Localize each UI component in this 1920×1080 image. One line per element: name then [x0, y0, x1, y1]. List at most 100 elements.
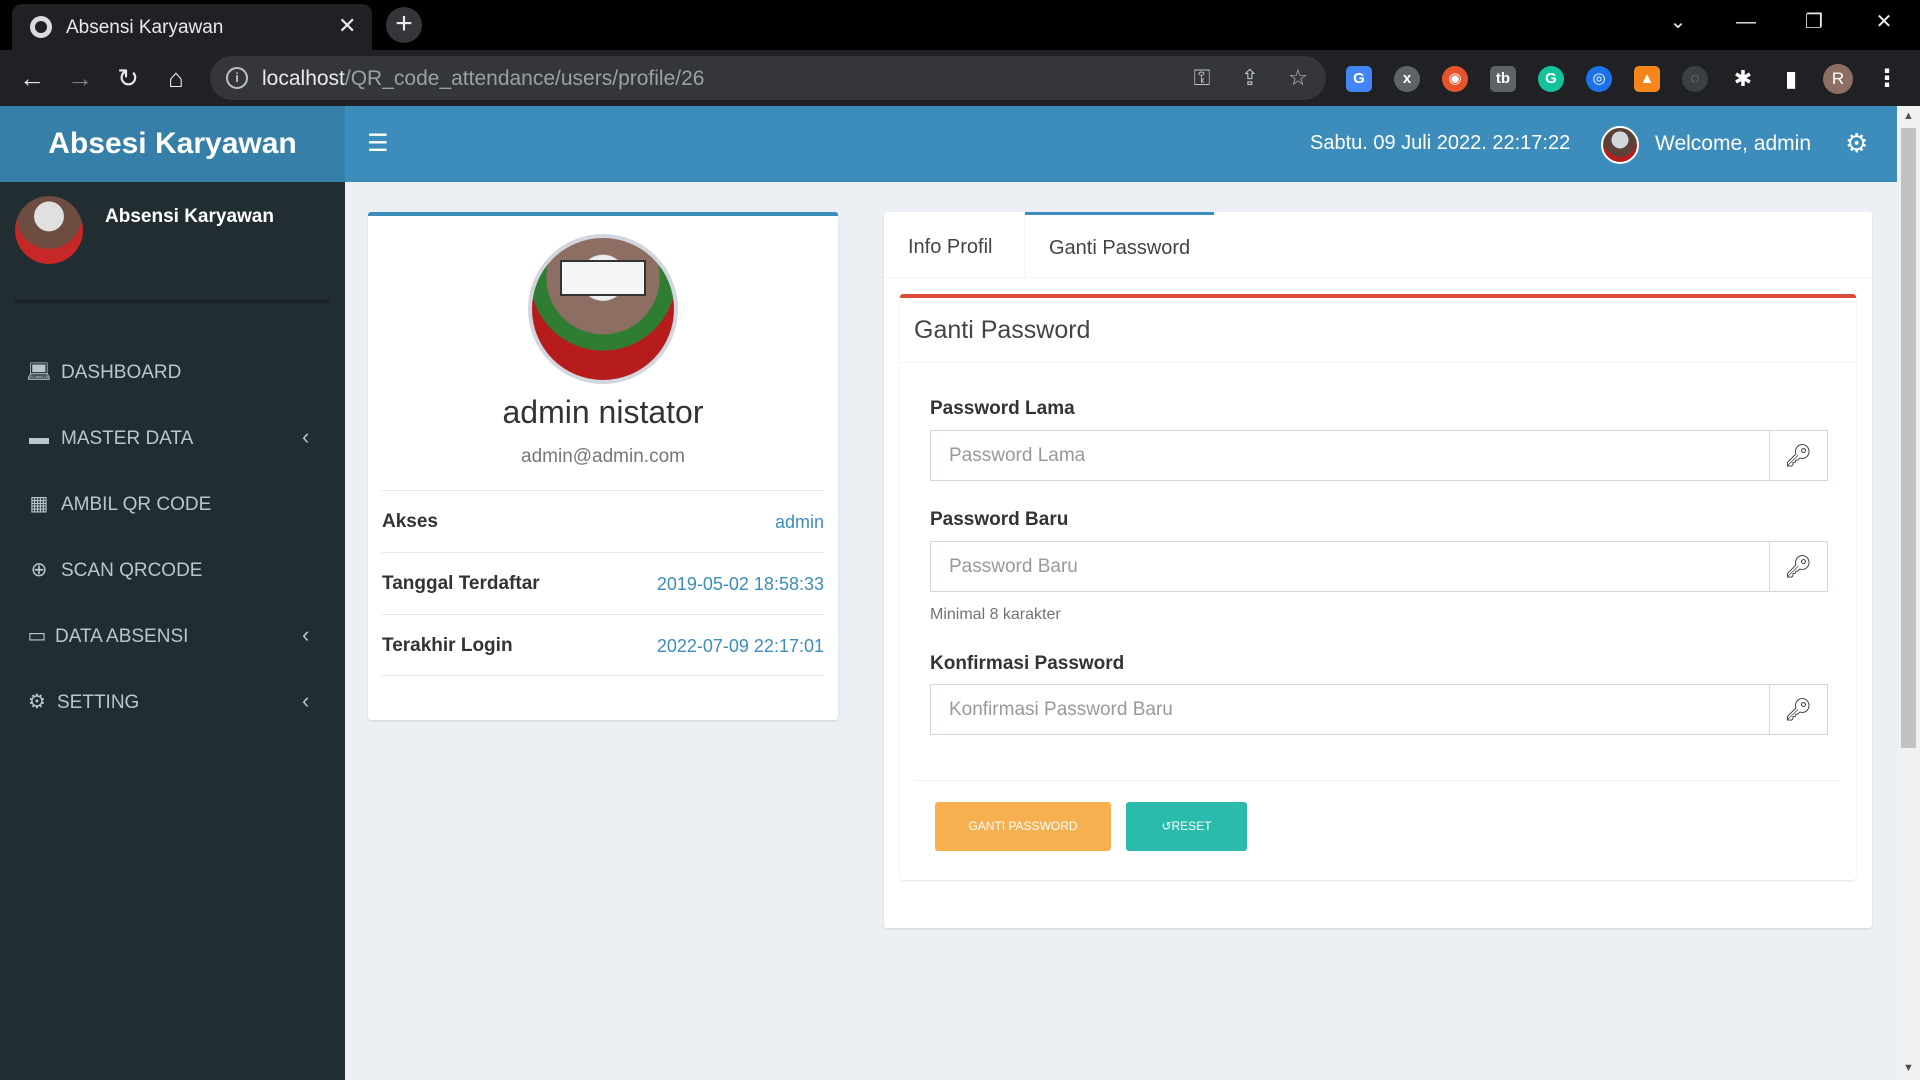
- new-password-help: Minimal 8 karakter: [930, 606, 1061, 623]
- sidebar: Absensi Karyawan 💻︎ DASHBOARD ▬ MASTER D…: [0, 182, 345, 1080]
- sidebar-user-name: Absensi Karyawan: [105, 206, 274, 227]
- profile-info-value: 2022-07-09 22:17:01: [656, 636, 824, 656]
- browser-profile-avatar[interactable]: R: [1823, 64, 1853, 94]
- key-icon: 🔑︎: [1769, 431, 1827, 480]
- key-icon[interactable]: ⚿: [1188, 64, 1216, 92]
- share-icon[interactable]: ⇪: [1236, 64, 1264, 92]
- profile-info-value: 2019-05-02 18:58:33: [656, 574, 824, 594]
- profile-name: admin nistator: [502, 394, 704, 430]
- folder-open-icon: ▭: [27, 625, 47, 647]
- app-root: Absesi Karyawan ☰ Sabtu. 09 Juli 2022. 2…: [0, 106, 1920, 1080]
- grammarly-extension-icon[interactable]: G: [1538, 66, 1564, 92]
- sidebar-item-dashboard[interactable]: 💻︎ DASHBOARD: [0, 342, 345, 402]
- profile-email: admin@admin.com: [521, 446, 685, 467]
- reload-icon[interactable]: ↻: [110, 60, 146, 96]
- new-password-input[interactable]: [931, 542, 1767, 591]
- profile-info-key: Terakhir Login: [382, 635, 513, 656]
- welcome-user[interactable]: Welcome, admin: [1655, 132, 1811, 156]
- sidebar-item-master-data[interactable]: ▬ MASTER DATA ‹: [0, 408, 345, 468]
- key-icon: 🔑︎: [1769, 542, 1827, 591]
- chevron-left-icon: ‹: [302, 424, 310, 449]
- new-password-group: 🔑︎: [930, 541, 1828, 592]
- profile-info-row: Akses admin: [382, 490, 824, 552]
- restore-icon[interactable]: ❐: [1780, 0, 1848, 44]
- tab-ganti-password[interactable]: Ganti Password: [1025, 212, 1215, 278]
- extensions-puzzle-icon[interactable]: ✱: [1730, 66, 1756, 92]
- old-password-group: 🔑︎: [930, 430, 1828, 481]
- browser-tab[interactable]: Absensi Karyawan ✕: [12, 4, 372, 50]
- old-password-label: Password Lama: [930, 398, 1075, 419]
- home-icon[interactable]: ⌂: [158, 60, 194, 96]
- tab-info-profil[interactable]: Info Profil: [884, 212, 1016, 278]
- address-bar[interactable]: i localhost/QR_code_attendance/users/pro…: [210, 56, 1326, 100]
- bookmark-star-icon[interactable]: ☆: [1284, 64, 1312, 92]
- search-plus-icon: ⊕: [30, 559, 48, 581]
- reset-button-label: RESET: [1171, 819, 1212, 833]
- duckduckgo-extension-icon[interactable]: ◉: [1442, 66, 1468, 92]
- current-datetime: Sabtu. 09 Juli 2022. 22:17:22: [1310, 132, 1571, 154]
- metamask-extension-icon[interactable]: ▲: [1634, 66, 1660, 92]
- profile-info-row: Terakhir Login 2022-07-09 22:17:01: [382, 614, 824, 676]
- laptop-icon: 💻︎: [26, 361, 52, 383]
- url-host: localhost: [262, 67, 345, 90]
- sync-extension-icon[interactable]: ◌: [1682, 66, 1708, 92]
- reset-button[interactable]: ↺RESET: [1126, 802, 1247, 851]
- site-info-icon[interactable]: i: [226, 67, 248, 89]
- profile-info-key: Akses: [382, 511, 438, 532]
- tab-title: Absensi Karyawan: [66, 17, 224, 38]
- globe-icon: [30, 16, 52, 38]
- new-tab-button[interactable]: +: [386, 7, 422, 43]
- tab-close-icon[interactable]: ✕: [338, 13, 356, 39]
- minimize-icon[interactable]: —: [1712, 0, 1780, 44]
- sidebar-item-data-absensi[interactable]: ▭ DATA ABSENSI ‹: [0, 606, 345, 666]
- profile-info-row: Tanggal Terdaftar 2019-05-02 18:58:33: [382, 552, 824, 614]
- globe-extension-icon[interactable]: ◎: [1586, 66, 1612, 92]
- undo-icon: ↺: [1161, 819, 1172, 833]
- change-password-title: Ganti Password: [914, 316, 1091, 344]
- old-password-input[interactable]: [931, 431, 1767, 480]
- extension-x-icon[interactable]: x: [1394, 66, 1420, 92]
- close-window-icon[interactable]: ✕: [1850, 0, 1918, 44]
- scroll-up-icon[interactable]: ▲: [1903, 110, 1914, 122]
- browser-toolbar: ← → ↻ ⌂ i localhost/QR_code_attendance/u…: [0, 50, 1920, 106]
- sidebar-item-label: DATA ABSENSI: [55, 626, 189, 647]
- folder-icon: ▬: [29, 427, 49, 449]
- sidebar-toggle-icon[interactable]: ☰: [367, 132, 389, 156]
- new-password-label: Password Baru: [930, 509, 1069, 530]
- sidebar-item-label: AMBIL QR CODE: [61, 494, 212, 515]
- url-text[interactable]: localhost/QR_code_attendance/users/profi…: [262, 67, 704, 91]
- change-password-button[interactable]: GANTI PASSWORD: [935, 802, 1111, 851]
- tab-search-icon[interactable]: ⌄: [1644, 0, 1712, 44]
- qrcode-icon: ▦: [29, 493, 49, 515]
- sidebar-avatar: [15, 196, 83, 264]
- sidebar-divider: [14, 300, 330, 303]
- sidebar-item-label: MASTER DATA: [61, 428, 194, 449]
- back-icon[interactable]: ←: [14, 60, 50, 96]
- browser-menu-icon[interactable]: ⋮: [1874, 66, 1900, 92]
- chevron-left-icon: ‹: [302, 622, 310, 647]
- page-scrollbar[interactable]: ▲ ▼: [1897, 106, 1920, 1080]
- profile-tabs-panel: Info Profil Ganti Password Ganti Passwor…: [884, 212, 1872, 928]
- gears-icon[interactable]: ⚙: [1845, 128, 1868, 159]
- tabs-nav: Info Profil Ganti Password: [884, 212, 1872, 278]
- confirm-password-label: Konfirmasi Password: [930, 653, 1125, 674]
- sidebar-item-ambil-qr-code[interactable]: ▦ AMBIL QR CODE: [0, 474, 345, 534]
- sidebar-item-setting[interactable]: ⚙ SETTING ‹: [0, 672, 345, 732]
- sidebar-item-scan-qrcode[interactable]: ⊕ SCAN QRCODE: [0, 540, 345, 600]
- translate-extension-icon[interactable]: G: [1346, 66, 1372, 92]
- form-footer-divider: [914, 780, 1840, 781]
- scrollbar-thumb[interactable]: [1901, 128, 1916, 748]
- gears-icon: ⚙: [28, 691, 46, 713]
- box-header-divider: [900, 362, 1856, 363]
- profile-card: admin nistator admin@admin.com Akses adm…: [368, 212, 838, 720]
- user-avatar[interactable]: [1601, 126, 1639, 164]
- side-panel-icon[interactable]: ▮: [1778, 66, 1804, 92]
- forward-icon[interactable]: →: [62, 60, 98, 96]
- tb-extension-icon[interactable]: tb: [1490, 66, 1516, 92]
- profile-photo-sign: [560, 260, 646, 296]
- brand-logo[interactable]: Absesi Karyawan: [0, 106, 345, 182]
- profile-info-value[interactable]: admin: [775, 512, 824, 533]
- profile-info-key: Tanggal Terdaftar: [382, 573, 540, 594]
- scroll-down-icon[interactable]: ▼: [1903, 1062, 1914, 1074]
- confirm-password-input[interactable]: [931, 685, 1767, 734]
